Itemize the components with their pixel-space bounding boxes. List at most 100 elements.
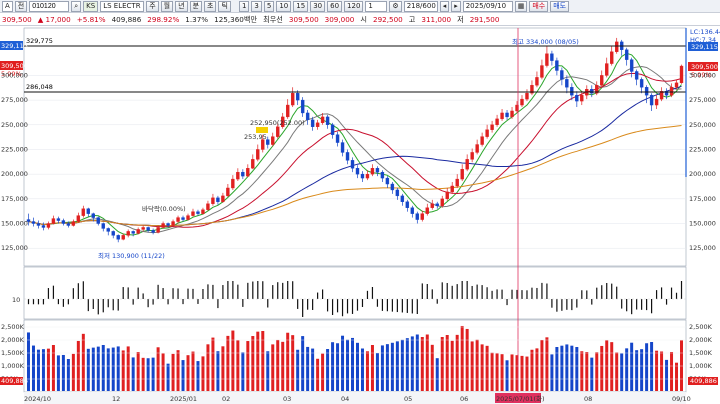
time-axis-label: 03 (283, 395, 291, 403)
stock-code-input[interactable] (29, 0, 70, 12)
interval-3[interactable]: 3 (251, 0, 262, 12)
next-icon[interactable]: ▸ (451, 0, 461, 12)
oscillator-bar (137, 287, 139, 299)
market-badge: KS (83, 0, 99, 12)
volume-tick-label: 1,500K (1, 349, 25, 357)
best-ask-label: 최우선 (263, 14, 283, 24)
date-input[interactable]: 2025/09/10 (462, 0, 513, 12)
volume-bar (346, 339, 350, 391)
interval-1[interactable]: 1 (238, 0, 250, 12)
candle-body (206, 203, 210, 210)
oscillator-bar (87, 299, 89, 312)
period-input[interactable]: 1 (365, 0, 388, 12)
volume-bar (341, 335, 345, 391)
chart-svg[interactable]: 329,775 286,048 329,115 309,500 5.99% LC… (0, 27, 720, 404)
volume-bar (81, 333, 85, 391)
candle-body (231, 178, 235, 189)
right-tag-box2: 309,500 (691, 63, 718, 71)
chart-btn-year[interactable]: 년 (175, 0, 188, 12)
oscillator-bar (461, 281, 463, 299)
volume-bar (266, 351, 270, 391)
prev-icon[interactable]: ◂ (439, 0, 450, 12)
candle-body (300, 99, 305, 114)
candle-body (261, 139, 265, 150)
oscillator-bar (396, 299, 398, 313)
sell-button[interactable]: 매도 (550, 0, 570, 12)
interval-30[interactable]: 30 (310, 0, 326, 12)
oscillator-bar (660, 287, 663, 299)
candle-body (649, 94, 654, 106)
oscillator-bar (32, 299, 35, 305)
calendar-icon[interactable]: ▦ (514, 0, 528, 12)
oscillator-bar (386, 299, 389, 312)
volume-bar (390, 342, 394, 391)
interval-120[interactable]: 120 (344, 0, 364, 12)
volume-bar (276, 339, 280, 391)
candle-body (435, 203, 439, 206)
volume-bar (201, 356, 205, 391)
candle-body (66, 223, 71, 226)
volume-bar (510, 354, 514, 391)
volume-bar (251, 336, 255, 391)
oscillator-bar (157, 284, 159, 299)
oscillator-bar (207, 284, 209, 299)
oscillator-bar (72, 288, 74, 299)
chart-btn-week[interactable]: 주 (146, 0, 159, 12)
oscillator-bar (411, 299, 413, 314)
interval-5[interactable]: 5 (263, 0, 275, 12)
volume-bar (445, 335, 449, 391)
volume-bar (405, 338, 409, 391)
settings-icon[interactable]: ⚙ (389, 0, 402, 12)
price-panel[interactable] (23, 27, 687, 267)
interval-60[interactable]: 60 (327, 0, 343, 12)
chart-btn-minute[interactable]: 분 (189, 0, 203, 12)
volume-tick-label-right: 2,000K (689, 336, 713, 344)
stock-chart[interactable]: 329,775 286,048 329,115 309,500 5.99% LC… (0, 27, 720, 404)
candle-body (365, 173, 370, 179)
oscillator-bar (67, 299, 69, 305)
candle-body (669, 87, 674, 96)
candle-body (330, 124, 335, 135)
volume-bar (410, 336, 414, 391)
oscillator-bar (92, 299, 94, 309)
oscillator-bar (292, 281, 294, 299)
time-axis-label: 02 (222, 395, 230, 403)
chart-btn-second[interactable]: 초 (204, 0, 217, 12)
chart-btn-tick[interactable]: 틱 (218, 0, 231, 12)
oscillator-bar (431, 289, 433, 299)
oscillator-bar (356, 299, 359, 311)
search-icon[interactable]: ⌕ (71, 0, 82, 12)
candle-body (156, 227, 160, 233)
candle-body (176, 217, 180, 222)
volume-ratio: 298.92% (147, 15, 180, 24)
volume-bar (560, 345, 564, 391)
volume-bar (355, 342, 359, 391)
volume-bar (216, 351, 220, 391)
candle-body (465, 159, 469, 170)
volume-bar (375, 353, 379, 391)
oscillator-bar (237, 284, 239, 299)
volume-bar (101, 345, 105, 391)
oscillator-bar (421, 283, 423, 299)
market-select[interactable]: 전 (14, 0, 28, 12)
oscillator-bar (561, 299, 563, 311)
volume-bar (331, 342, 335, 391)
volume-bar (570, 345, 574, 391)
oscillator-bar (406, 299, 408, 313)
interval-15[interactable]: 15 (293, 0, 309, 12)
oscillator-bar (646, 299, 648, 311)
candle-body (61, 220, 66, 224)
low-label: 저 (457, 14, 464, 24)
chart-btn-month[interactable]: 월 (160, 0, 174, 12)
oscillator-bar (511, 289, 513, 299)
oscillator-bar (586, 290, 588, 299)
interval-10[interactable]: 10 (276, 0, 292, 12)
candle-body (305, 112, 310, 121)
data-count[interactable]: 218/600 (403, 0, 438, 12)
oscillator-bar (242, 299, 244, 307)
oscillator-bar (491, 290, 493, 299)
oscillator-bar (247, 282, 249, 299)
oscillator-bar (481, 285, 483, 299)
oscillator-bar (262, 281, 264, 299)
buy-button[interactable]: 매수 (529, 0, 549, 12)
